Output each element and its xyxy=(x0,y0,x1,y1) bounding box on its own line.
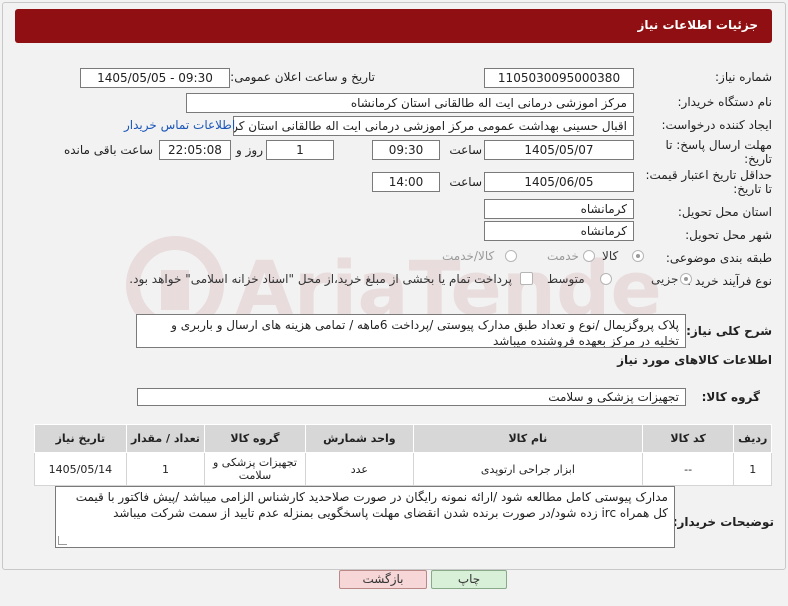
category-label: طبقه بندی موضوعی: xyxy=(665,251,772,265)
print-button[interactable]: چاپ xyxy=(431,570,507,589)
buyer-notes-field: مدارک پیوستی کامل مطالعه شود /ارائه نمون… xyxy=(55,486,675,548)
price-validity-date: 1405/06/05 xyxy=(484,172,634,192)
need-number-field: 1105030095000380 xyxy=(484,68,634,88)
col-row: ردیف xyxy=(733,424,772,453)
page-header: جزئیات اطلاعات نیاز xyxy=(15,9,772,43)
delivery-province-field: کرمانشاه xyxy=(484,199,634,219)
price-validity-time: 14:00 xyxy=(372,172,440,192)
col-unit: واحد شمارش xyxy=(304,424,415,453)
buyer-notes-text: مدارک پیوستی کامل مطالعه شود /ارائه نمون… xyxy=(75,490,668,520)
delivery-city-label: شهر محل تحویل: xyxy=(685,228,772,242)
process-option-minor: جزیی xyxy=(651,272,679,286)
goods-table-header: ردیف کد کالا نام کالا واحد شمارش گروه کا… xyxy=(34,424,772,453)
goods-group-label: گروه کالا: xyxy=(701,390,760,404)
category-radio-service[interactable] xyxy=(583,250,595,262)
category-option-service: خدمت xyxy=(547,249,579,263)
reply-deadline-label-2: تاریخ: xyxy=(744,152,772,166)
need-number-label: شماره نیاز: xyxy=(715,70,772,84)
announce-datetime-field: 1405/05/05 - 09:30 xyxy=(80,68,230,88)
buyer-org-label: نام دستگاه خریدار: xyxy=(677,95,773,109)
price-validity-label-1: حداقل تاریخ اعتبار قیمت: xyxy=(645,168,772,182)
process-radio-minor[interactable] xyxy=(680,273,692,285)
col-group: گروه کالا xyxy=(204,424,306,453)
requester-field: اقبال حسینی بهداشت عمومی مرکز اموزشی درم… xyxy=(233,116,634,136)
category-radio-goods[interactable] xyxy=(632,250,644,262)
delivery-province-label: استان محل تحویل: xyxy=(677,205,772,219)
cell-code: -- xyxy=(641,452,735,486)
remaining-time: 22:05:08 xyxy=(159,140,231,160)
reply-time-label: ساعت xyxy=(449,143,482,157)
col-name: نام کالا xyxy=(413,424,643,453)
resize-grip-icon[interactable] xyxy=(58,536,67,545)
goods-section-title: اطلاعات کالاهای مورد نیاز xyxy=(617,353,772,367)
reply-deadline-date: 1405/05/07 xyxy=(484,140,634,160)
cell-group: تجهیزات پزشکی و سلامت xyxy=(204,452,306,486)
buyer-org-field: مرکز اموزشی درمانی ایت اله طالقانی استان… xyxy=(186,93,634,113)
cell-date: 1405/05/14 xyxy=(34,452,127,486)
page-title: جزئیات اطلاعات نیاز xyxy=(637,18,758,32)
goods-group-field: تجهیزات پزشکی و سلامت xyxy=(137,388,686,406)
treasury-payment-checkbox[interactable] xyxy=(520,272,533,285)
cell-unit: عدد xyxy=(304,452,415,486)
reply-deadline-time: 09:30 xyxy=(372,140,440,160)
description-field: پلاک پروگزیمال /نوع و تعداد طبق مدارک پی… xyxy=(136,314,686,348)
process-radio-medium[interactable] xyxy=(600,273,612,285)
delivery-city-field: کرمانشاه xyxy=(484,221,634,241)
cell-qty: 1 xyxy=(125,452,206,486)
back-button[interactable]: بازگشت xyxy=(339,570,427,589)
description-label: شرح کلی نیاز: xyxy=(686,324,772,338)
requester-label: ایجاد کننده درخواست: xyxy=(661,118,772,132)
announce-datetime-label: تاریخ و ساعت اعلان عمومی: xyxy=(230,70,375,84)
purchase-process-label: نوع فرآیند خرید : xyxy=(687,274,772,288)
remaining-label: ساعت باقی مانده xyxy=(63,143,153,157)
category-radio-both[interactable] xyxy=(505,250,517,262)
col-code: کد کالا xyxy=(641,424,735,453)
goods-table: ردیف کد کالا نام کالا واحد شمارش گروه کا… xyxy=(34,424,772,486)
category-option-goods: کالا xyxy=(602,249,619,263)
price-validity-time-label: ساعت xyxy=(449,175,482,189)
remaining-days: 1 xyxy=(266,140,334,160)
reply-deadline-label-1: مهلت ارسال پاسخ: تا xyxy=(665,138,772,152)
category-option-both: کالا/خدمت xyxy=(442,249,495,263)
col-qty: تعداد / مقدار xyxy=(125,424,206,453)
cell-row: 1 xyxy=(733,452,772,486)
buyer-contact-link[interactable]: اطلاعات تماس خریدار xyxy=(124,118,235,132)
buyer-notes-label: توضیحات خریدار: xyxy=(672,515,774,529)
col-date: تاریخ نیاز xyxy=(34,424,127,453)
treasury-payment-text: پرداخت تمام یا بخشی از مبلغ خرید،از محل … xyxy=(129,272,512,286)
price-validity-label-2: تا تاریخ: xyxy=(733,182,772,196)
days-label: روز و xyxy=(236,143,263,157)
process-option-medium: متوسط xyxy=(547,272,585,286)
table-row: 1 -- ابزار جراحی ارتوپدی عدد تجهیزات پزش… xyxy=(34,452,772,486)
cell-name: ابزار جراحی ارتوپدی xyxy=(413,452,643,486)
